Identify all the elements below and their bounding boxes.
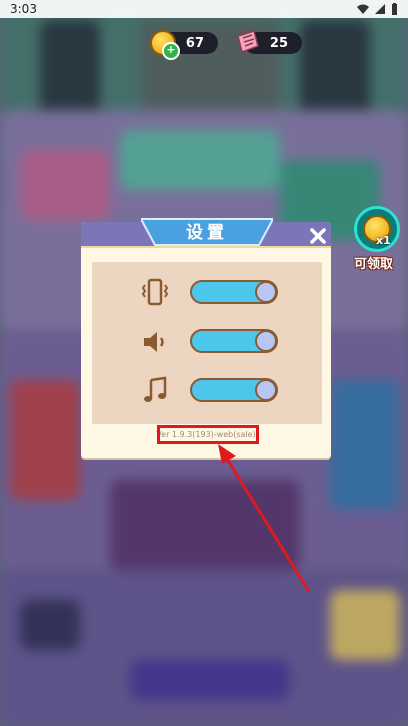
- vibration-icon: [141, 278, 169, 306]
- music-icon: [144, 376, 167, 402]
- signal-icon: [375, 4, 385, 14]
- coin-count: 67: [185, 35, 204, 51]
- ticket-count: 25: [269, 35, 288, 51]
- vibration-toggle[interactable]: [190, 280, 278, 304]
- settings-dialog: 设置 Ver 1.9.3(193)-web(sale): [81, 218, 331, 458]
- coin-icon[interactable]: +: [150, 30, 180, 60]
- status-time: 3:03: [10, 2, 37, 16]
- reward-count: x1: [376, 234, 391, 247]
- annotation-arrow-icon: [218, 444, 310, 592]
- reward-label[interactable]: 可领取: [354, 253, 408, 272]
- sound-icon: [144, 332, 164, 352]
- settings-panel: [92, 262, 322, 424]
- close-icon[interactable]: [309, 227, 327, 245]
- battery-icon: [391, 3, 398, 15]
- status-icons: [357, 3, 398, 15]
- status-bar: 3:03: [0, 0, 408, 18]
- music-toggle[interactable]: [190, 378, 278, 402]
- toggle-knob: [255, 330, 277, 352]
- ticket-icon: [234, 30, 260, 54]
- toggle-knob: [255, 379, 277, 401]
- dialog-title: 设置: [186, 223, 228, 243]
- wifi-icon: [357, 4, 369, 14]
- sound-toggle[interactable]: [190, 329, 278, 353]
- game-screen: 3:03 67 + 25 x1 可领取 设置 Ver 1.9.3(193)-we…: [0, 0, 408, 726]
- add-coins-icon[interactable]: +: [162, 42, 180, 60]
- toggle-knob: [255, 281, 277, 303]
